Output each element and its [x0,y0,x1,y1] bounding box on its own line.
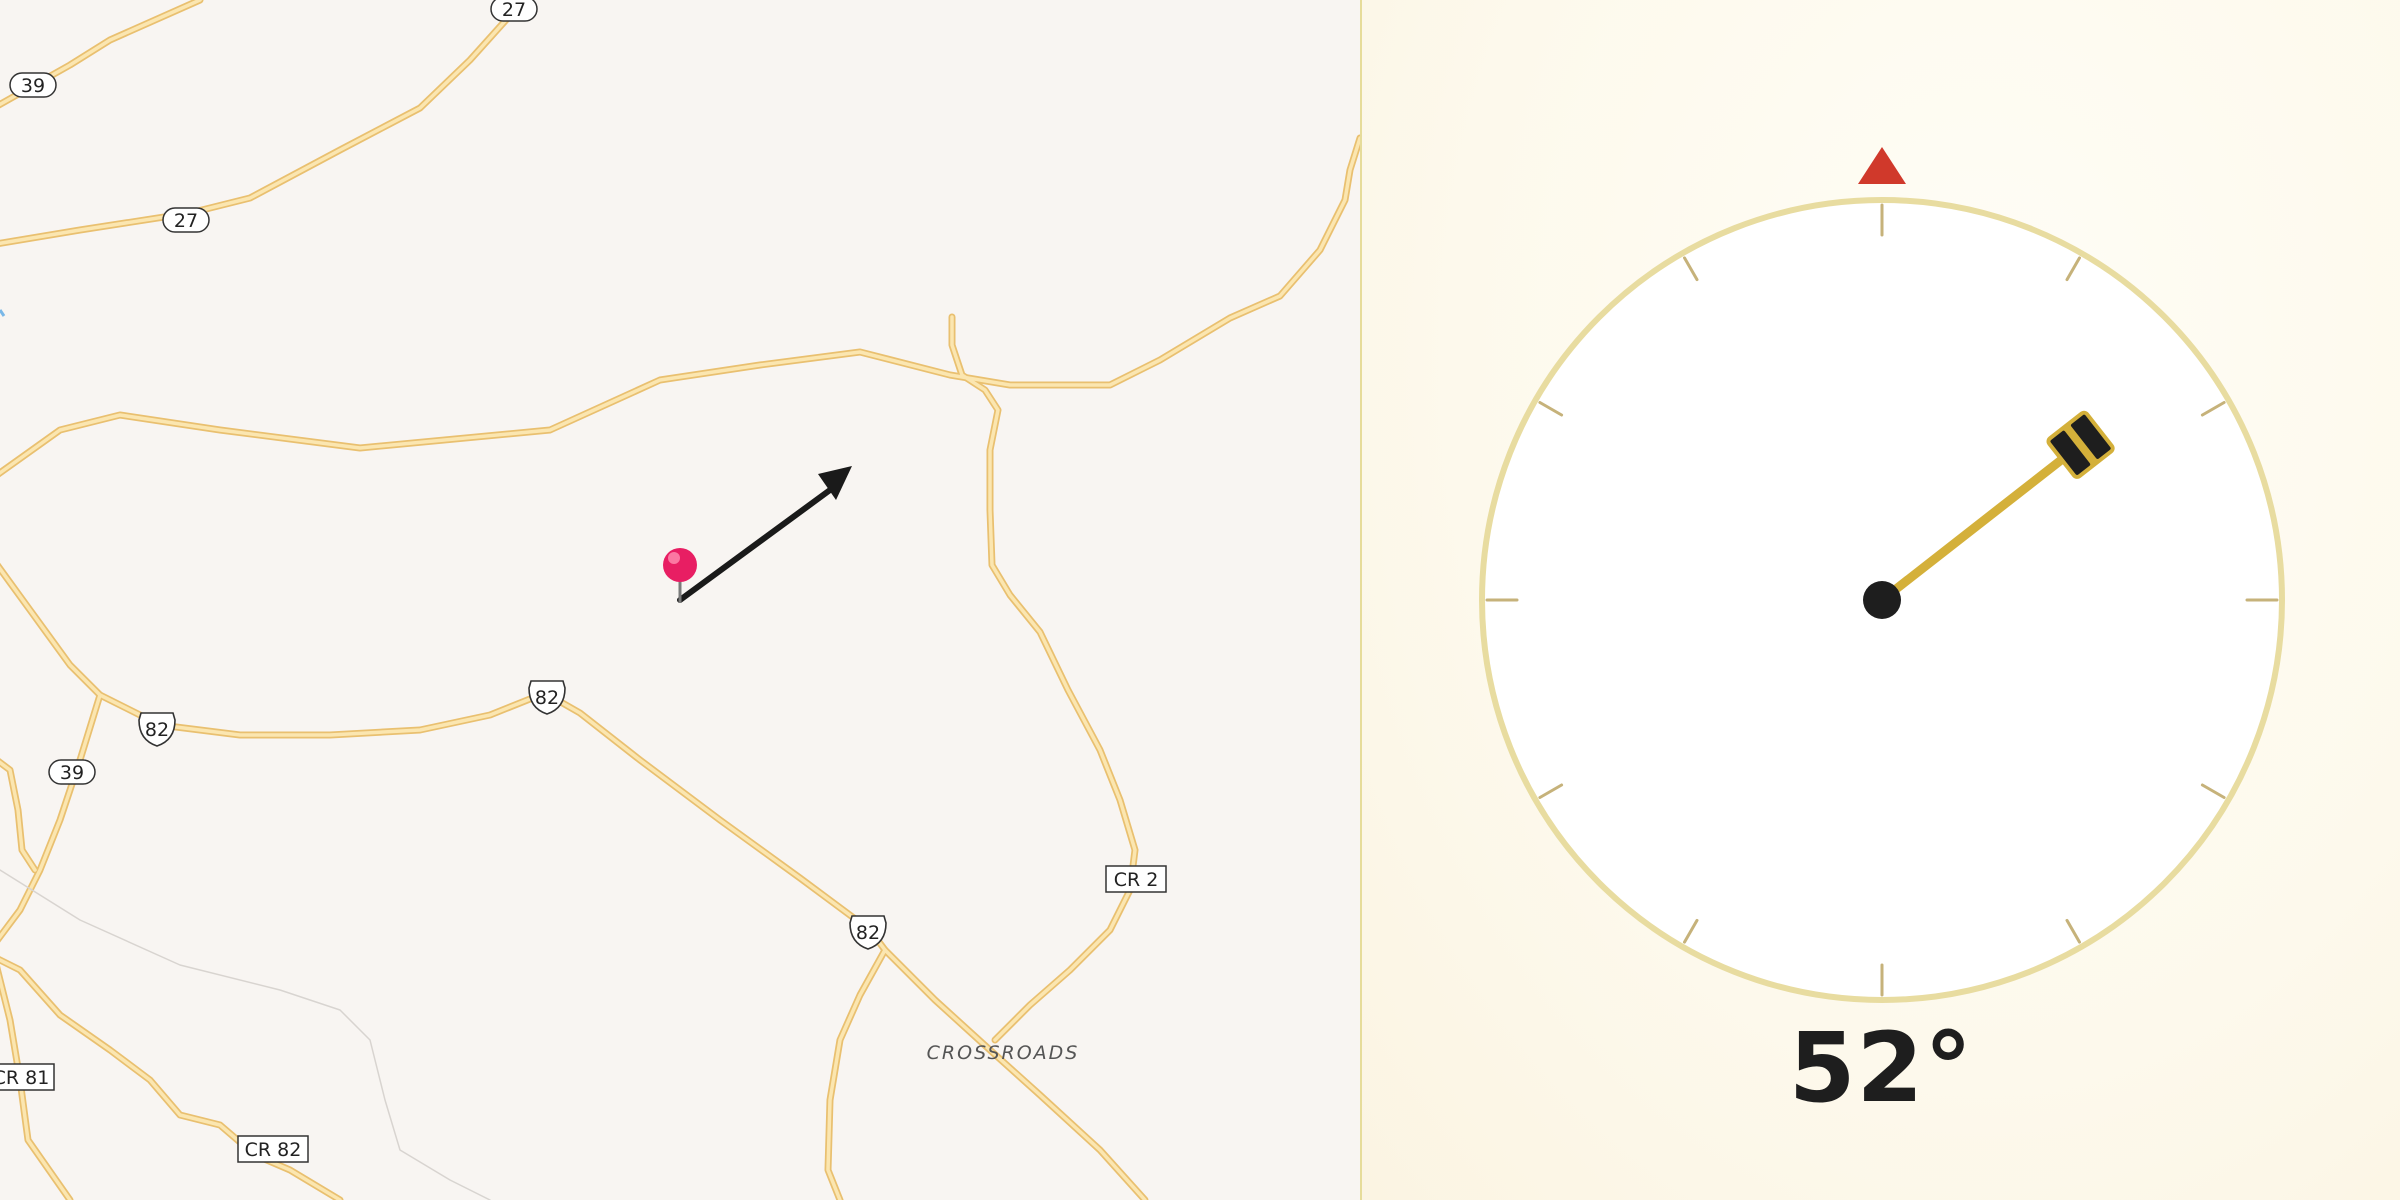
cr-2-label: CR 2 [1105,865,1167,893]
route-39-left-label: 39 [9,72,57,98]
north-triangle-icon [1858,147,1906,184]
svg-text:39: 39 [60,762,84,784]
svg-text:82: 82 [535,687,559,709]
svg-text:82: 82 [856,922,880,944]
svg-text:27: 27 [502,0,526,21]
svg-text:82: 82 [145,719,169,741]
place-label-crossroads: CROSSROADS [927,1042,1080,1064]
cr-82-label: CR 82 [237,1135,309,1163]
direction-arrow-icon [677,466,852,603]
map-view[interactable]: 27 39 27 39 82 82 82 CR 2 R 81 CR 82 CRO… [0,0,1360,1200]
svg-text:CR 81: CR 81 [0,1067,49,1089]
us-82-left-shield: 82 [138,712,176,747]
heading-readout: 52° [1788,1012,1974,1124]
map-canvas[interactable]: 27 39 27 39 82 82 82 CR 2 R 81 CR 82 CRO… [0,0,1360,1200]
svg-text:CR 2: CR 2 [1114,869,1159,891]
svg-text:27: 27 [174,210,198,232]
compass-hub [1863,581,1901,619]
svg-text:CR 82: CR 82 [245,1139,302,1161]
route-39-low-label: 39 [48,759,96,785]
route-27-top-label: 27 [490,0,538,22]
cr-81-label: CR 81 [0,1063,55,1091]
us-82-mid-shield: 82 [528,680,566,715]
route-27-mid-label: 27 [162,207,210,233]
compass-panel: 52° [1362,0,2400,1200]
svg-text:39: 39 [21,75,45,97]
